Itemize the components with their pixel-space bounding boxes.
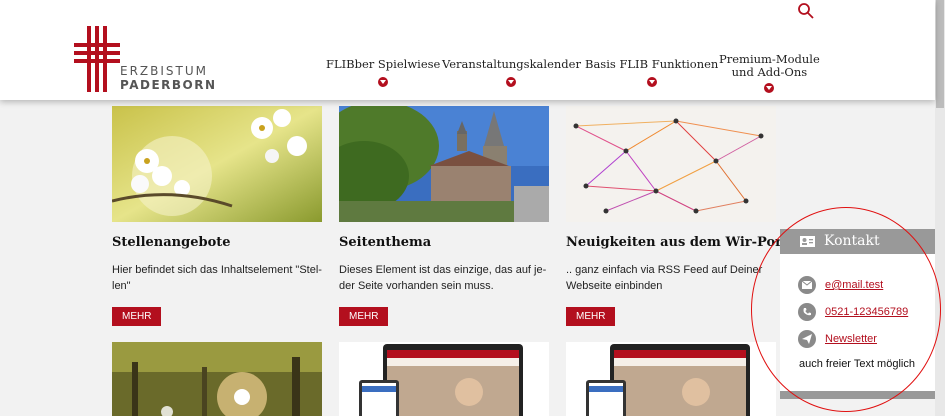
- mehr-button[interactable]: MEHR: [339, 307, 389, 326]
- cathedral-image[interactable]: [339, 106, 549, 222]
- logo-text-paderborn: PADERBORN: [120, 78, 217, 92]
- forest-sunlight-image[interactable]: [112, 342, 322, 416]
- card-text: Dieses Element ist das einzige, das auf …: [339, 264, 547, 292]
- email-link[interactable]: e@mail.test: [825, 279, 883, 291]
- phone-icon: [798, 303, 816, 321]
- kontakt-newsletter-row: Newsletter: [798, 329, 877, 349]
- paper-plane-icon: [798, 330, 816, 348]
- erzbistum-logo[interactable]: ERZBISTUM PADERBORN: [74, 26, 217, 92]
- mehr-button[interactable]: MEHR: [566, 307, 616, 326]
- devices-mockup-image[interactable]: [339, 342, 549, 416]
- network-image[interactable]: [566, 106, 776, 222]
- card-seitenthema: Seitenthema Dieses Element ist das einzi…: [339, 106, 549, 326]
- card-neuigkeiten: Neuigkeiten aus dem Wir-Portal .. ganz e…: [566, 106, 802, 326]
- card-text: .. ganz einfach via RSS Feed auf Deiner …: [566, 264, 763, 292]
- kontakt-box: Kontakt e@mail.test 0521-123456789 Newsl…: [780, 229, 935, 399]
- phone-link[interactable]: 0521-123456789: [825, 306, 908, 318]
- cross-logo-icon: [74, 26, 120, 92]
- newsletter-link[interactable]: Newsletter: [825, 333, 877, 345]
- kontakt-bottom-bar: [780, 391, 935, 399]
- card-title: Stellenangebote: [112, 235, 231, 250]
- nav-basis-flib-funktionen[interactable]: Basis FLIB Funktionen: [585, 58, 718, 87]
- arrow-down-icon: [646, 77, 657, 87]
- arrow-down-icon: [764, 83, 775, 93]
- arrow-down-icon: [506, 77, 517, 87]
- nav-label-line1: Premium-Module: [719, 52, 820, 66]
- site-header: ERZBISTUM PADERBORN FLIBber Spielwiese V…: [0, 0, 935, 100]
- kontakt-email-row: e@mail.test: [798, 275, 883, 295]
- card-stellenangebote: Stellenangebote Hier befindet sich das I…: [112, 106, 322, 326]
- nav-veranstaltungskalender[interactable]: Veranstaltungskalender: [442, 58, 581, 87]
- envelope-icon: [798, 276, 816, 294]
- card-text: Hier befindet sich das Inhaltselement "S…: [112, 264, 322, 292]
- search-icon[interactable]: [797, 2, 815, 20]
- scrollbar[interactable]: [935, 0, 945, 416]
- scrollbar-thumb[interactable]: [936, 0, 944, 108]
- card-title: Neuigkeiten aus dem Wir-Portal: [566, 235, 802, 250]
- card-title: Seitenthema: [339, 235, 432, 250]
- nav-label-line2: und Add-Ons: [731, 65, 808, 79]
- nav-label: FLIBber Spielwiese: [326, 57, 441, 71]
- kontakt-free-text: auch freier Text möglich: [799, 358, 915, 370]
- kontakt-phone-row: 0521-123456789: [798, 302, 908, 322]
- nav-label: Basis FLIB Funktionen: [585, 57, 719, 71]
- page: { "header": { "logo_line1": "ERZBISTUM",…: [0, 0, 945, 416]
- logo-text-erzbistum: ERZBISTUM: [120, 64, 208, 78]
- mehr-button[interactable]: MEHR: [112, 307, 162, 326]
- arrow-down-icon: [378, 77, 389, 87]
- nav-label: Veranstaltungskalender: [442, 57, 581, 71]
- nav-flibber-spielwiese[interactable]: FLIBber Spielwiese: [326, 58, 440, 87]
- kontakt-header: Kontakt: [780, 229, 935, 254]
- kontakt-title: Kontakt: [824, 233, 880, 249]
- nav-premium-module[interactable]: Premium-Module und Add-Ons: [719, 53, 820, 93]
- blossom-image[interactable]: [112, 106, 322, 222]
- devices-mockup-image[interactable]: [566, 342, 776, 416]
- contact-card-icon: [800, 236, 815, 247]
